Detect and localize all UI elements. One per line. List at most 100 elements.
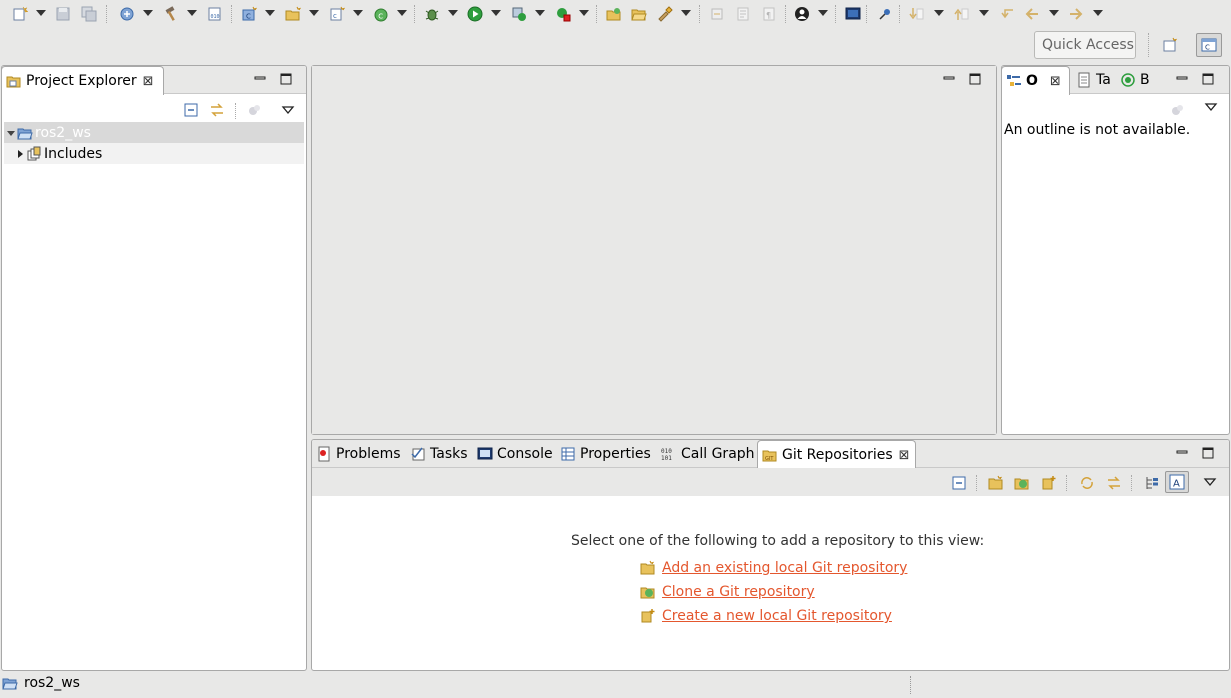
close-icon[interactable]: ⊠ (899, 448, 910, 463)
view-menu-icon[interactable] (1200, 472, 1220, 492)
chevron-down-icon[interactable] (142, 6, 154, 20)
toggle-mark-occurrences-icon[interactable] (707, 4, 727, 24)
includes-icon (26, 146, 42, 162)
clone-repo-link[interactable]: Clone a Git repository (662, 584, 815, 600)
pin-icon[interactable] (875, 4, 895, 24)
collapse-all-icon[interactable] (949, 473, 969, 493)
search-flashlight-icon[interactable] (655, 4, 675, 24)
save-icon[interactable] (53, 4, 73, 24)
chevron-down-icon[interactable] (35, 6, 47, 20)
debug-icon[interactable] (422, 4, 442, 24)
chevron-down-icon[interactable] (186, 6, 198, 20)
chevron-down-icon[interactable] (578, 6, 590, 20)
chevron-down-icon[interactable] (352, 6, 364, 20)
new-class-icon[interactable]: C (371, 4, 391, 24)
account-icon[interactable] (792, 4, 812, 24)
save-all-icon[interactable] (79, 4, 99, 24)
tab-call-graph[interactable]: 010 101 Call Graph (661, 440, 755, 468)
new-icon[interactable] (10, 4, 30, 24)
tab-task-list[interactable]: Ta (1076, 66, 1111, 94)
maximize-icon[interactable] (1201, 72, 1215, 86)
chevron-down-icon[interactable] (680, 6, 692, 20)
chevron-down-icon[interactable] (817, 6, 829, 20)
c-cpp-perspective-icon[interactable]: C (1196, 33, 1222, 57)
chevron-down-icon[interactable] (978, 6, 990, 20)
minimize-icon[interactable] (942, 72, 956, 86)
maximize-icon[interactable] (1201, 446, 1215, 460)
external-tools-icon[interactable] (553, 4, 573, 24)
add-existing-repo-row[interactable]: Add an existing local Git repository (640, 560, 907, 576)
minimize-icon[interactable] (1175, 72, 1189, 86)
back-arrow-icon[interactable] (1022, 4, 1042, 24)
open-folder-icon[interactable] (629, 4, 649, 24)
chevron-down-icon[interactable] (534, 6, 546, 20)
build-all-icon[interactable] (117, 4, 137, 24)
last-edit-location-icon[interactable] (997, 4, 1017, 24)
link-with-editor-icon[interactable] (207, 100, 227, 120)
chevron-down-icon[interactable] (396, 6, 408, 20)
collapse-all-icon[interactable] (181, 100, 201, 120)
add-repository-icon[interactable] (986, 473, 1006, 493)
maximize-icon[interactable] (279, 72, 293, 86)
tab-outline[interactable]: O ⊠ (1002, 66, 1070, 95)
chevron-down-icon[interactable] (490, 6, 502, 20)
minimize-icon[interactable] (1175, 446, 1189, 460)
tab-project-explorer[interactable]: Project Explorer ⊠ (2, 66, 164, 95)
open-perspective-icon[interactable] (1157, 33, 1183, 57)
create-repo-row[interactable]: Create a new local Git repository (640, 608, 892, 624)
minimize-icon[interactable] (253, 72, 267, 86)
tree-item-includes[interactable]: Includes (4, 143, 304, 164)
chevron-down-icon[interactable] (1048, 6, 1060, 20)
project-explorer-tabbar: Project Explorer ⊠ (2, 66, 306, 95)
create-repo-link[interactable]: Create a new local Git repository (662, 608, 892, 624)
expanded-twisty-icon[interactable] (5, 127, 17, 139)
show-whitespace-icon[interactable] (733, 4, 753, 24)
show-labels-icon[interactable]: A (1165, 471, 1189, 493)
terminal-icon[interactable] (843, 4, 863, 24)
tab-git-repositories[interactable]: GIT Git Repositories ⊠ (757, 440, 916, 469)
forward-arrow-icon[interactable] (1066, 4, 1086, 24)
tab-console[interactable]: Console (477, 440, 553, 468)
new-folder-icon[interactable] (283, 4, 303, 24)
view-menu-icon[interactable] (1201, 97, 1221, 117)
chevron-down-icon[interactable] (933, 6, 945, 20)
open-type-icon[interactable] (604, 4, 624, 24)
coverage-icon[interactable] (509, 4, 529, 24)
close-icon[interactable]: ⊠ (1050, 74, 1061, 89)
focus-task-icon[interactable] (1168, 100, 1188, 120)
bottom-panel: Problems Tasks Console Properties 010 101… (311, 439, 1230, 671)
link-with-selection-icon[interactable] (1104, 473, 1124, 493)
hammer-icon[interactable] (161, 4, 181, 24)
view-menu-icon[interactable] (278, 100, 298, 120)
tree-item-ros2-ws[interactable]: ros2_ws (4, 122, 304, 143)
chevron-down-icon[interactable] (1092, 6, 1104, 20)
tab-tasks[interactable]: Tasks (410, 440, 468, 468)
close-icon[interactable]: ⊠ (143, 74, 154, 89)
new-source-file-icon[interactable]: c (327, 4, 347, 24)
chevron-down-icon[interactable] (264, 6, 276, 20)
tab-build-targets[interactable]: B (1120, 66, 1150, 94)
hierarchical-layout-icon[interactable] (1142, 473, 1162, 493)
collapsed-twisty-icon[interactable] (14, 148, 26, 160)
tab-properties[interactable]: Properties (560, 440, 651, 468)
maximize-icon[interactable] (968, 72, 982, 86)
chevron-down-icon[interactable] (447, 6, 459, 20)
add-existing-repo-link[interactable]: Add an existing local Git repository (662, 560, 907, 576)
chevron-down-icon[interactable] (308, 6, 320, 20)
outline-tabbar: O ⊠ Ta B (1002, 66, 1229, 95)
clone-repo-row[interactable]: Clone a Git repository (640, 584, 815, 600)
previous-annotation-icon[interactable] (952, 4, 972, 24)
new-c-project-icon[interactable]: C (239, 4, 259, 24)
next-annotation-icon[interactable] (907, 4, 927, 24)
paragraph-icon[interactable]: ¶ (759, 4, 779, 24)
clone-repository-icon[interactable] (1012, 473, 1032, 493)
svg-text:C: C (378, 12, 383, 20)
svg-text:101: 101 (661, 455, 672, 462)
create-repository-icon[interactable] (1039, 473, 1059, 493)
binary-icon[interactable]: 010 (205, 4, 225, 24)
focus-task-icon[interactable] (245, 100, 265, 120)
tab-problems[interactable]: Problems (316, 440, 401, 468)
refresh-icon[interactable] (1077, 473, 1097, 493)
quick-access-field[interactable]: Quick Access (1034, 31, 1136, 59)
run-icon[interactable] (465, 4, 485, 24)
